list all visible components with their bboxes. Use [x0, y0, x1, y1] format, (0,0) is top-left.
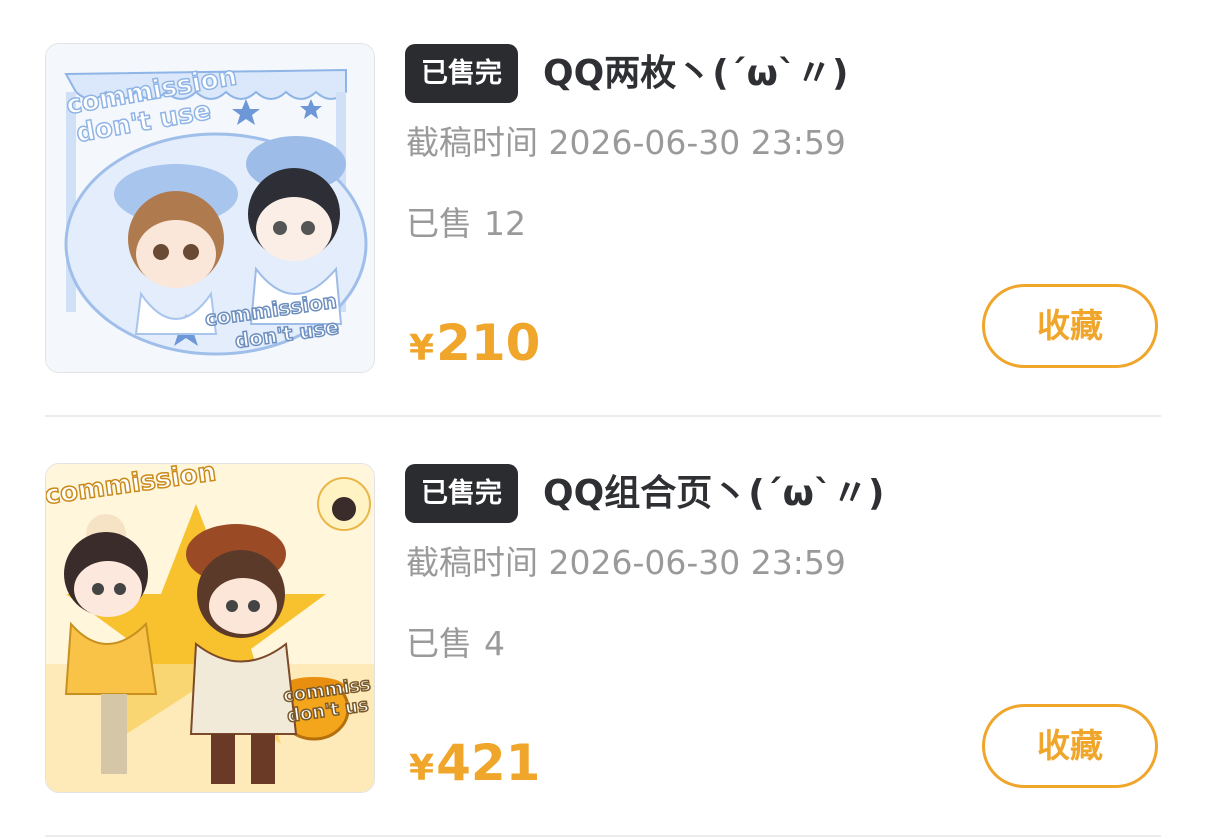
sold-out-badge: 已售完 — [405, 44, 518, 103]
product-thumbnail[interactable]: commission don't use commission don't us… — [45, 43, 375, 373]
product-card[interactable]: commission don't use commission don't us… — [45, 43, 1161, 373]
artwork-image: commission commiss don't us — [46, 464, 374, 792]
product-card[interactable]: commission commiss don't us 已售完 QQ组合页丶(´… — [45, 463, 1161, 793]
favorite-button[interactable]: 收藏 — [982, 284, 1158, 368]
sold-count: 已售 12 — [406, 201, 526, 247]
artwork-image: commission don't use commission don't us… — [46, 44, 374, 372]
deadline-text: 截稿时间 2026-06-30 23:59 — [406, 543, 846, 582]
sold-label: 已售 — [406, 624, 472, 663]
product-thumbnail[interactable]: commission commiss don't us — [45, 463, 375, 793]
price-amount: 210 — [436, 314, 541, 372]
sold-label: 已售 — [406, 204, 472, 243]
divider — [45, 835, 1161, 837]
sold-number: 4 — [484, 624, 505, 663]
favorite-button[interactable]: 收藏 — [982, 704, 1158, 788]
deadline-text: 截稿时间 2026-06-30 23:59 — [406, 123, 846, 162]
sold-number: 12 — [484, 204, 526, 243]
product-title[interactable]: QQ组合页丶(´ω`〃) — [543, 469, 884, 519]
divider — [45, 415, 1161, 417]
sold-count: 已售 4 — [406, 621, 505, 667]
product-title[interactable]: QQ两枚丶(´ω`〃) — [543, 49, 848, 99]
currency-symbol: ¥ — [409, 748, 435, 789]
price: ¥421 — [409, 735, 540, 803]
currency-symbol: ¥ — [409, 328, 435, 369]
price: ¥210 — [409, 315, 540, 383]
price-amount: 421 — [436, 734, 541, 792]
sold-out-badge: 已售完 — [405, 464, 518, 523]
